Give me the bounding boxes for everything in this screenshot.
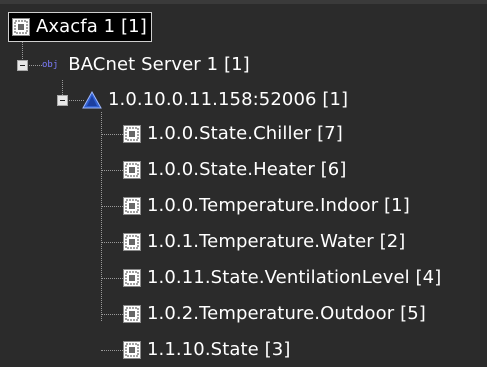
- selection-highlight: Axacfa 1 [1]: [8, 12, 152, 42]
- tree-node-item[interactable]: 1.0.1.Temperature.Water [2]: [123, 227, 405, 257]
- tree-node-item[interactable]: 1.0.0.State.Chiller [7]: [123, 119, 343, 149]
- tree-node-item[interactable]: 1.0.2.Temperature.Outdoor [5]: [123, 299, 426, 329]
- top-strip: [0, 0, 487, 4]
- tree-node-label: 1.0.11.State.VentilationLevel [4]: [147, 267, 442, 288]
- object-tree: Axacfa 1 [1] obj BACnet Server 1 [1] 1.0…: [0, 0, 487, 367]
- tree-node-device[interactable]: 1.0.10.0.11.158:52006 [1]: [82, 85, 348, 115]
- obj-icon: obj: [42, 60, 59, 70]
- tree-line: [101, 134, 123, 135]
- tree-line: [101, 170, 123, 171]
- tree-node-label: 1.0.1.Temperature.Water [2]: [147, 231, 406, 252]
- tree-node-label: 1.1.10.State [3]: [147, 339, 291, 360]
- module-icon: [123, 125, 141, 143]
- tree-node-item[interactable]: 1.1.10.State [3]: [123, 335, 290, 365]
- module-icon: [123, 233, 141, 251]
- tree-line: [101, 242, 123, 243]
- module-icon: [123, 161, 141, 179]
- module-icon: [123, 305, 141, 323]
- tree-node-label: BACnet Server 1 [1]: [68, 54, 250, 75]
- tree-node-label: 1.0.0.State.Chiller [7]: [147, 123, 343, 144]
- tree-node-item[interactable]: 1.0.0.State.Heater [6]: [123, 155, 346, 185]
- tree-node-label: Axacfa 1 [1]: [36, 16, 147, 37]
- tree-node-label: 1.0.0.State.Heater [6]: [147, 159, 347, 180]
- tree-line: [101, 206, 123, 207]
- tree-node-server[interactable]: obj BACnet Server 1 [1]: [42, 50, 250, 80]
- collapse-toggle[interactable]: [17, 60, 28, 71]
- tree-node-label: 1.0.10.0.11.158:52006 [1]: [108, 89, 349, 110]
- module-icon: [123, 341, 141, 359]
- triangle-icon: [82, 90, 102, 109]
- tree-node-item[interactable]: 1.0.0.Temperature.Indoor [1]: [123, 191, 410, 221]
- tree-node-root[interactable]: Axacfa 1 [1]: [8, 12, 152, 42]
- module-icon: [12, 18, 30, 36]
- tree-line: [62, 80, 63, 95]
- tree-line: [101, 350, 123, 351]
- tree-node-label: 1.0.2.Temperature.Outdoor [5]: [147, 303, 426, 324]
- tree-line: [101, 112, 102, 321]
- tree-node-item[interactable]: 1.0.11.State.VentilationLevel [4]: [123, 263, 441, 293]
- tree-line: [101, 314, 123, 315]
- module-icon: [123, 197, 141, 215]
- tree-line: [101, 278, 123, 279]
- collapse-toggle[interactable]: [57, 95, 68, 106]
- module-icon: [123, 269, 141, 287]
- tree-node-label: 1.0.0.Temperature.Indoor [1]: [147, 195, 410, 216]
